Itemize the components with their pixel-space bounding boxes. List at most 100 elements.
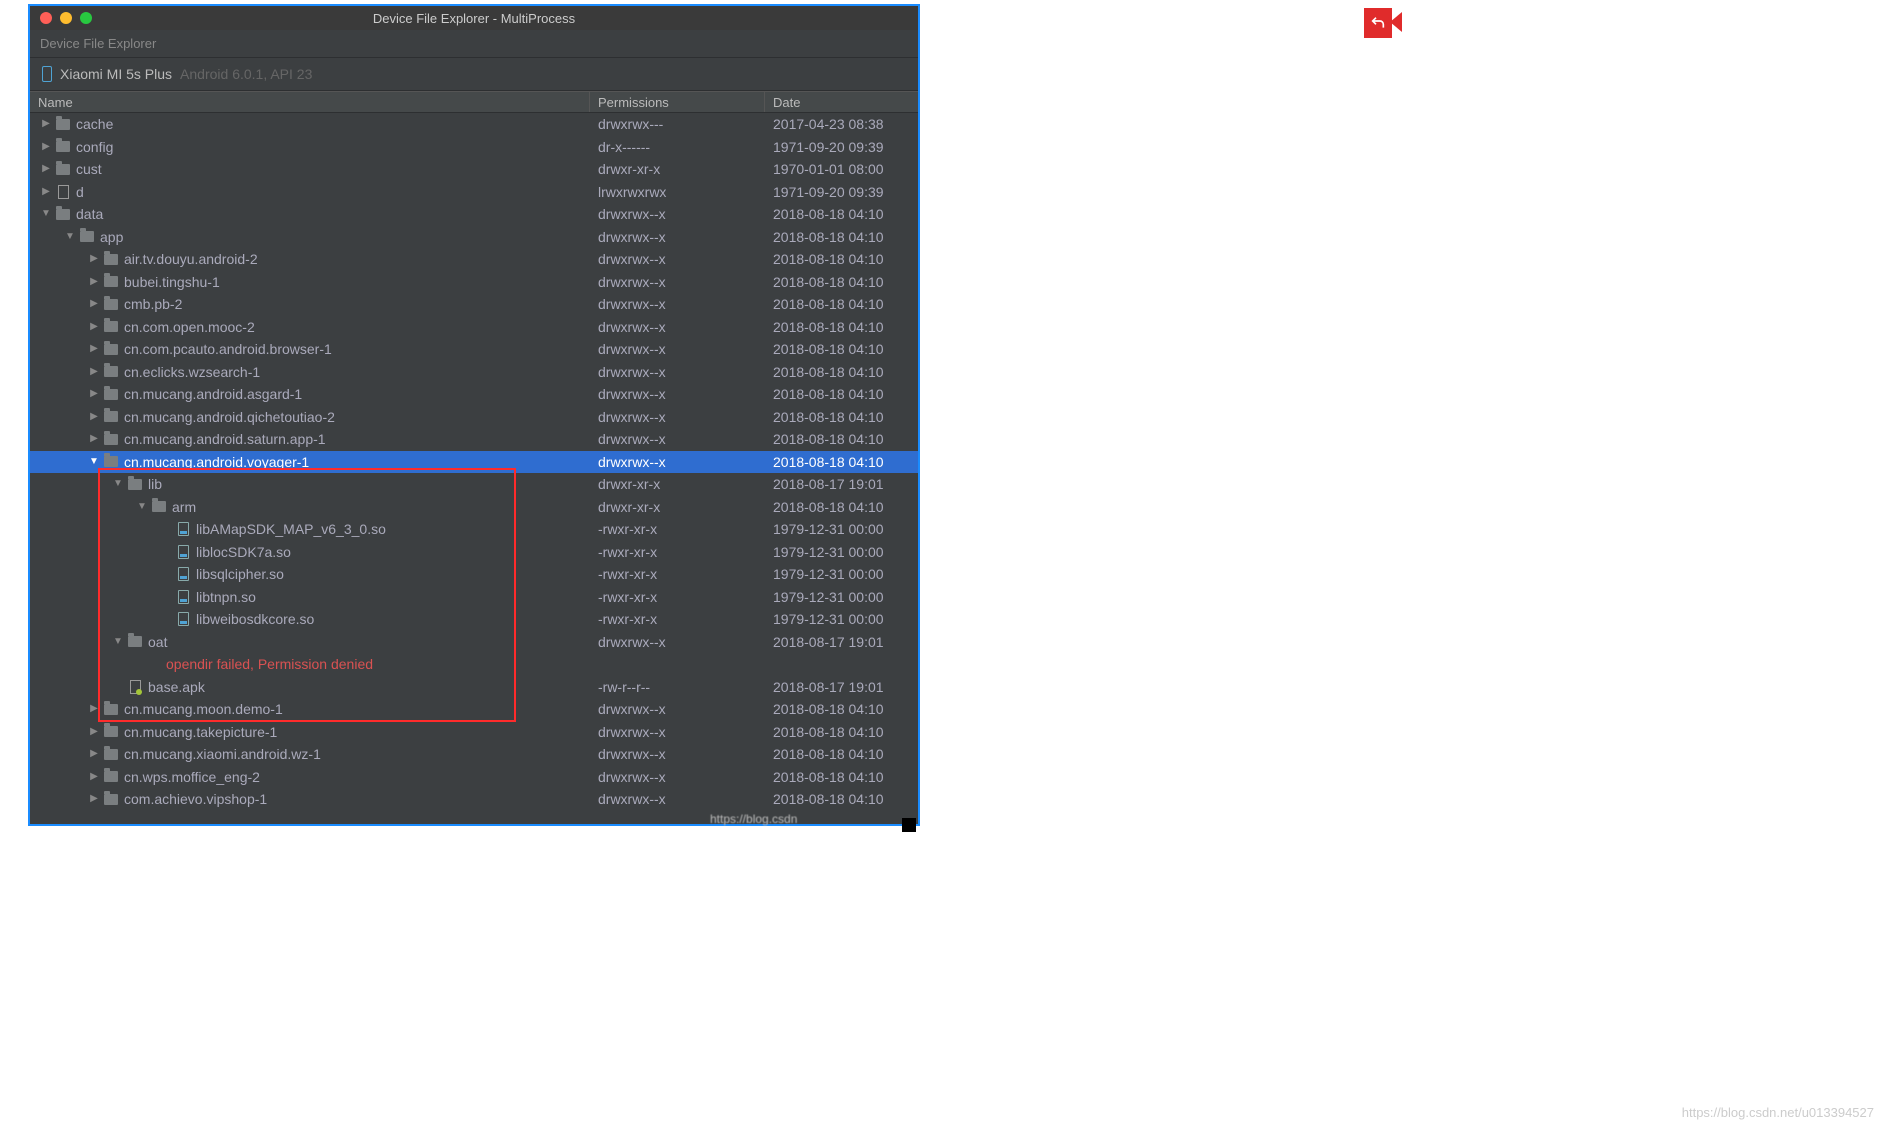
chevron-right-icon[interactable]: ▶ [86, 316, 102, 339]
file-icon [174, 567, 192, 581]
tree-row[interactable]: libtnpn.so-rwxr-xr-x1979-12-31 00:00 [30, 586, 918, 609]
tree-row[interactable]: ▶air.tv.douyu.android-2drwxrwx--x2018-08… [30, 248, 918, 271]
folder-icon [102, 299, 120, 310]
close-icon[interactable] [40, 12, 52, 24]
chevron-right-icon[interactable]: ▶ [86, 338, 102, 361]
tree-row[interactable]: ▶cn.wps.moffice_eng-2drwxrwx--x2018-08-1… [30, 766, 918, 789]
tree-row[interactable]: ▶cn.mucang.android.saturn.app-1drwxrwx--… [30, 428, 918, 451]
titlebar[interactable]: Device File Explorer - MultiProcess [30, 6, 918, 30]
tree-row[interactable]: ▶custdrwxr-xr-x1970-01-01 08:00 [30, 158, 918, 181]
permissions-label: -rw-r--r-- [590, 676, 765, 699]
tree-row[interactable]: ▼appdrwxrwx--x2018-08-18 04:10 [30, 226, 918, 249]
column-name[interactable]: Name [30, 92, 590, 112]
tree-row[interactable]: ▶cn.eclicks.wzsearch-1drwxrwx--x2018-08-… [30, 361, 918, 384]
minimize-icon[interactable] [60, 12, 72, 24]
permissions-label: drwxrwx--x [590, 766, 765, 789]
file-name-label: data [76, 203, 103, 226]
chevron-right-icon[interactable]: ▶ [86, 248, 102, 271]
chevron-down-icon[interactable]: ▼ [110, 631, 126, 654]
folder-icon [102, 726, 120, 737]
tree-row[interactable]: ▼datadrwxrwx--x2018-08-18 04:10 [30, 203, 918, 226]
tree-row[interactable]: libAMapSDK_MAP_v6_3_0.so-rwxr-xr-x1979-1… [30, 518, 918, 541]
tree-row[interactable]: libweibosdkcore.so-rwxr-xr-x1979-12-31 0… [30, 608, 918, 631]
device-file-explorer-window: Device File Explorer - MultiProcess Devi… [28, 4, 920, 826]
tree-row[interactable]: libsqlcipher.so-rwxr-xr-x1979-12-31 00:0… [30, 563, 918, 586]
chevron-right-icon[interactable]: ▶ [38, 158, 54, 181]
window-controls [40, 12, 92, 24]
tree-row[interactable]: ▶cn.com.pcauto.android.browser-1drwxrwx-… [30, 338, 918, 361]
tree-row[interactable]: ▶cn.mucang.moon.demo-1drwxrwx--x2018-08-… [30, 698, 918, 721]
tree-row[interactable]: ▶dlrwxrwxrwx1971-09-20 09:39 [30, 181, 918, 204]
tree-row[interactable]: ▶configdr-x------1971-09-20 09:39 [30, 136, 918, 159]
column-date[interactable]: Date [765, 92, 918, 112]
chevron-right-icon[interactable]: ▶ [86, 766, 102, 789]
chevron-right-icon[interactable]: ▶ [86, 383, 102, 406]
tree-error-row: opendir failed, Permission denied [30, 653, 918, 676]
chevron-right-icon[interactable]: ▶ [86, 698, 102, 721]
tree-row[interactable]: ▶cn.mucang.android.qichetoutiao-2drwxrwx… [30, 406, 918, 429]
file-name-label: libweibosdkcore.so [196, 608, 314, 631]
chevron-right-icon[interactable]: ▶ [38, 136, 54, 159]
file-name-label: cn.mucang.android.qichetoutiao-2 [124, 406, 335, 429]
permissions-label: drwxrwx--x [590, 743, 765, 766]
document-icon [54, 185, 72, 199]
chevron-down-icon[interactable]: ▼ [62, 226, 78, 249]
permissions-label: drwxrwx--x [590, 721, 765, 744]
column-permissions[interactable]: Permissions [590, 92, 765, 112]
tree-row[interactable]: ▶cmb.pb-2drwxrwx--x2018-08-18 04:10 [30, 293, 918, 316]
tree-row[interactable]: base.apk-rw-r--r--2018-08-17 19:01 [30, 676, 918, 699]
tree-row[interactable]: ▶cn.mucang.takepicture-1drwxrwx--x2018-0… [30, 721, 918, 744]
device-detail: Android 6.0.1, API 23 [180, 66, 312, 82]
zoom-icon[interactable] [80, 12, 92, 24]
watermark: https://blog.csdn [710, 812, 797, 826]
return-marker[interactable] [1364, 8, 1392, 38]
tree-row[interactable]: ▶cn.mucang.xiaomi.android.wz-1drwxrwx--x… [30, 743, 918, 766]
tree-row[interactable]: ▶cn.mucang.android.asgard-1drwxrwx--x201… [30, 383, 918, 406]
date-label: 2018-08-18 04:10 [765, 428, 918, 451]
chevron-right-icon[interactable]: ▶ [38, 181, 54, 204]
folder-icon [102, 321, 120, 332]
folder-icon [102, 749, 120, 760]
folder-icon [54, 141, 72, 152]
chevron-right-icon[interactable]: ▶ [86, 361, 102, 384]
chevron-right-icon[interactable]: ▶ [38, 113, 54, 136]
tree-row[interactable]: ▼oatdrwxrwx--x2018-08-17 19:01 [30, 631, 918, 654]
chevron-right-icon[interactable]: ▶ [86, 721, 102, 744]
date-label: 2018-08-18 04:10 [765, 248, 918, 271]
tree-row[interactable]: ▶cachedrwxrwx---2017-04-23 08:38 [30, 113, 918, 136]
chevron-down-icon[interactable]: ▼ [38, 203, 54, 226]
tree-row[interactable]: ▼cn.mucang.android.voyager-1drwxrwx--x20… [30, 451, 918, 474]
folder-icon [78, 231, 96, 242]
file-name-label: liblocSDK7a.so [196, 541, 291, 564]
chevron-right-icon[interactable]: ▶ [86, 293, 102, 316]
tree-row[interactable]: ▼libdrwxr-xr-x2018-08-17 19:01 [30, 473, 918, 496]
device-selector[interactable]: Xiaomi MI 5s Plus Android 6.0.1, API 23 [30, 58, 918, 91]
tree-row[interactable]: liblocSDK7a.so-rwxr-xr-x1979-12-31 00:00 [30, 541, 918, 564]
file-icon [174, 612, 192, 626]
permissions-label: dr-x------ [590, 136, 765, 159]
file-tree[interactable]: ▶cachedrwxrwx---2017-04-23 08:38▶configd… [30, 113, 918, 811]
tree-row[interactable]: ▼armdrwxr-xr-x2018-08-18 04:10 [30, 496, 918, 519]
chevron-right-icon[interactable]: ▶ [86, 271, 102, 294]
permissions-label: drwxrwx--x [590, 698, 765, 721]
return-marker-arrow [1390, 12, 1402, 32]
file-name-label: cn.mucang.android.voyager-1 [124, 451, 309, 474]
tree-row[interactable]: ▶cn.com.open.mooc-2drwxrwx--x2018-08-18 … [30, 316, 918, 339]
permissions-label: drwxrwx--x [590, 248, 765, 271]
chevron-right-icon[interactable]: ▶ [86, 428, 102, 451]
file-name-label: com.achievo.vipshop-1 [124, 788, 267, 811]
folder-icon [126, 479, 144, 490]
tree-row[interactable]: ▶bubei.tingshu-1drwxrwx--x2018-08-18 04:… [30, 271, 918, 294]
chevron-right-icon[interactable]: ▶ [86, 788, 102, 811]
permissions-label: -rwxr-xr-x [590, 541, 765, 564]
chevron-right-icon[interactable]: ▶ [86, 743, 102, 766]
tree-row[interactable]: ▶com.achievo.vipshop-1drwxrwx--x2018-08-… [30, 788, 918, 811]
chevron-down-icon[interactable]: ▼ [86, 451, 102, 474]
permissions-label: drwxrwx--x [590, 271, 765, 294]
date-label: 2018-08-18 04:10 [765, 338, 918, 361]
permissions-label: drwxrwx--x [590, 226, 765, 249]
chevron-right-icon[interactable]: ▶ [86, 406, 102, 429]
chevron-down-icon[interactable]: ▼ [110, 473, 126, 496]
permissions-label: drwxrwx--x [590, 293, 765, 316]
chevron-down-icon[interactable]: ▼ [134, 496, 150, 519]
